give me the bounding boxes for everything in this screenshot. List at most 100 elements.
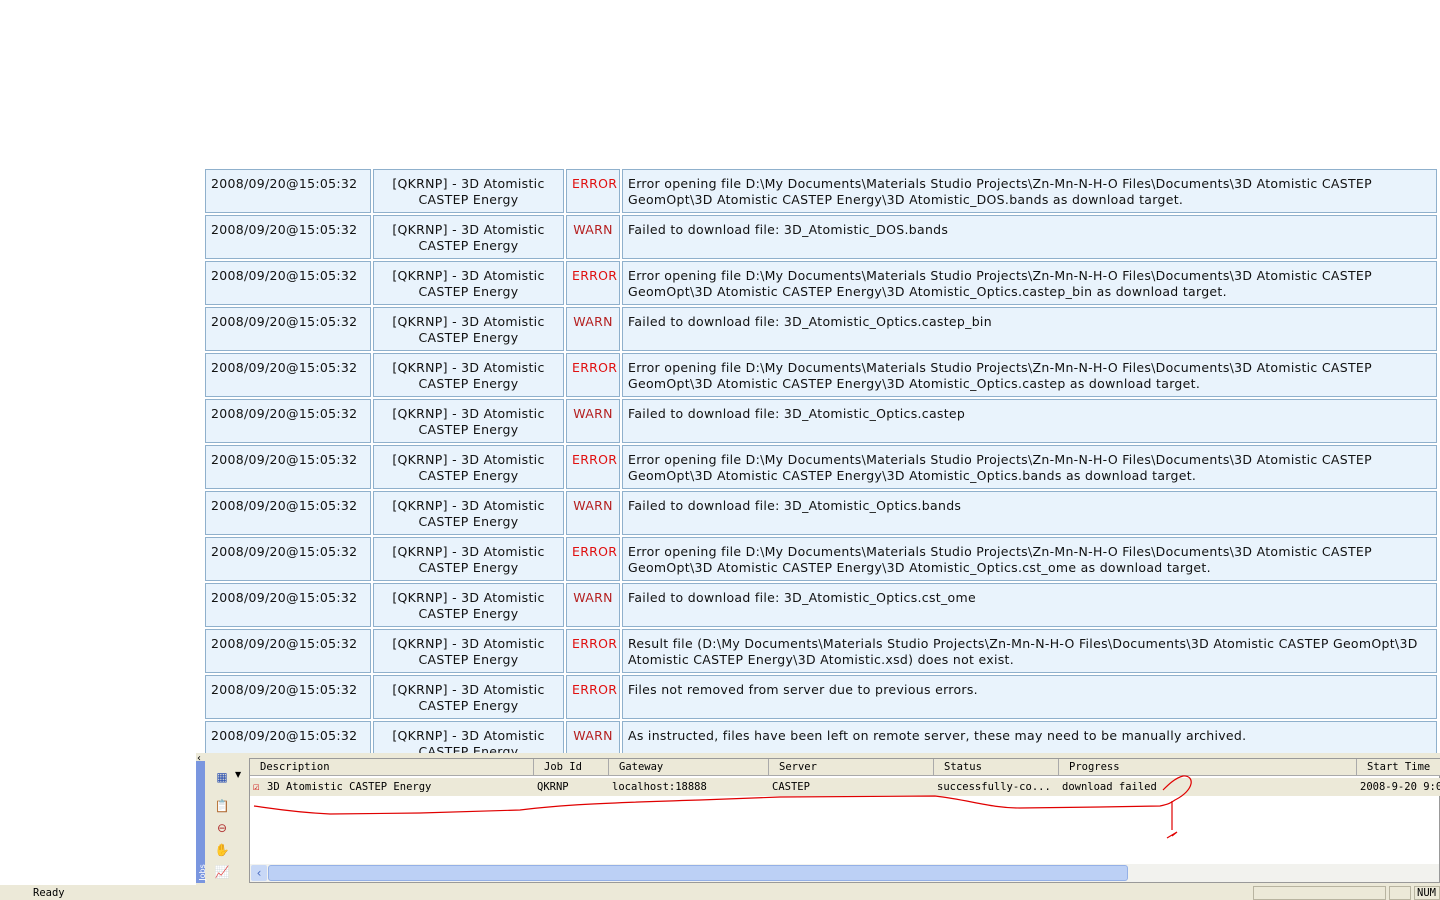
job-status: successfully-co... [937,781,1051,793]
column-header[interactable]: Server [769,759,934,776]
log-level: WARN [566,307,620,351]
job-description: 3D Atomistic CASTEP Energy [267,781,432,793]
monitor-job-icon[interactable]: 📈 [214,865,230,879]
column-header[interactable]: Progress [1059,759,1357,776]
log-job: [QKRNP] - 3D Atomistic CASTEP Energy [373,445,564,489]
log-level: ERROR [566,537,620,581]
log-row: 2008/09/20@15:05:32 [QKRNP] - 3D Atomist… [204,721,1440,753]
scroll-left-icon[interactable]: ‹ [251,865,267,881]
hand-icon[interactable]: ✋ [214,843,230,857]
log-level: ERROR [566,261,620,305]
log-message: Error opening file D:\My Documents\Mater… [622,261,1437,305]
log-time: 2008/09/20@15:05:32 [205,445,371,489]
log-message: Error opening file D:\My Documents\Mater… [622,169,1437,213]
status-text: Ready [33,887,65,899]
log-row: 2008/09/20@15:05:32 [QKRNP] - 3D Atomist… [204,169,1440,213]
log-job: [QKRNP] - 3D Atomistic CASTEP Energy [373,537,564,581]
checkbox-icon: ☑ [253,781,260,793]
log-time: 2008/09/20@15:05:32 [205,583,371,627]
log-job: [QKRNP] - 3D Atomistic CASTEP Energy [373,307,564,351]
log-job: [QKRNP] - 3D Atomistic CASTEP Energy [373,399,564,443]
log-row: 2008/09/20@15:05:32 [QKRNP] - 3D Atomist… [204,675,1440,719]
log-message: Failed to download file: 3D_Atomistic_Op… [622,491,1437,535]
log-job: [QKRNP] - 3D Atomistic CASTEP Energy [373,169,564,213]
log-row: 2008/09/20@15:05:32 [QKRNP] - 3D Atomist… [204,583,1440,627]
job-server: CASTEP [772,781,810,793]
stop-job-icon[interactable]: ⊖ [214,821,230,835]
column-header[interactable]: Job Id [534,759,609,776]
log-row: 2008/09/20@15:05:32 [QKRNP] - 3D Atomist… [204,307,1440,351]
log-message: Failed to download file: 3D_Atomistic_Op… [622,307,1437,351]
log-message: Failed to download file: 3D_Atomistic_Op… [622,583,1437,627]
log-level: WARN [566,491,620,535]
column-header[interactable]: Status [934,759,1059,776]
log-time: 2008/09/20@15:05:32 [205,215,371,259]
log-time: 2008/09/20@15:05:32 [205,491,371,535]
log-row: 2008/09/20@15:05:32 [QKRNP] - 3D Atomist… [204,215,1440,259]
log-time: 2008/09/20@15:05:32 [205,169,371,213]
log-time: 2008/09/20@15:05:32 [205,629,371,673]
log-row: 2008/09/20@15:05:32 [QKRNP] - 3D Atomist… [204,399,1440,443]
scrollbar-thumb[interactable] [268,865,1128,881]
jobs-panel: ‹ Jobs ▦ ▼ 📋 ⊖ ✋ 📈 Description Job Id Gate… [196,753,1440,885]
horizontal-scrollbar[interactable]: ‹ [250,864,1439,882]
log-job: [QKRNP] - 3D Atomistic CASTEP Energy [373,261,564,305]
log-level: ERROR [566,445,620,489]
log-message: Error opening file D:\My Documents\Mater… [622,445,1437,489]
log-message: Failed to download file: 3D_Atomistic_DO… [622,215,1437,259]
status-bar: Ready NUM [0,885,1440,900]
log-row: 2008/09/20@15:05:32 [QKRNP] - 3D Atomist… [204,491,1440,535]
log-time: 2008/09/20@15:05:32 [205,307,371,351]
log-message: Failed to download file: 3D_Atomistic_Op… [622,399,1437,443]
num-lock-indicator: NUM [1414,886,1440,900]
job-start-time: 2008-9-20 9:0 [1360,781,1440,793]
job-properties-icon[interactable]: 📋 [214,799,230,813]
log-level: ERROR [566,353,620,397]
log-message: Result file (D:\My Documents\Materials S… [622,629,1437,673]
log-row: 2008/09/20@15:05:32 [QKRNP] - 3D Atomist… [204,261,1440,305]
job-progress: download failed [1062,781,1157,793]
column-header[interactable]: Description [250,759,534,776]
jobs-list: Description Job Id Gateway Server Status Prog… [249,758,1440,883]
log-time: 2008/09/20@15:05:32 [205,353,371,397]
log-time: 2008/09/20@15:05:32 [205,261,371,305]
log-row: 2008/09/20@15:05:32 [QKRNP] - 3D Atomist… [204,629,1440,673]
log-level: WARN [566,583,620,627]
dropdown-arrow-icon[interactable]: ▼ [235,770,241,779]
log-time: 2008/09/20@15:05:32 [205,537,371,581]
log-job: [QKRNP] - 3D Atomistic CASTEP Energy [373,675,564,719]
log-message: Files not removed from server due to pre… [622,675,1437,719]
log-level: ERROR [566,629,620,673]
log-time: 2008/09/20@15:05:32 [205,399,371,443]
log-row: 2008/09/20@15:05:32 [QKRNP] - 3D Atomist… [204,537,1440,581]
jobs-panel-tab[interactable]: Jobs [196,761,207,883]
job-id: QKRNP [537,781,569,793]
log-level: WARN [566,215,620,259]
status-pane [1253,886,1386,900]
log-row: 2008/09/20@15:05:32 [QKRNP] - 3D Atomist… [204,353,1440,397]
log-message: Error opening file D:\My Documents\Mater… [622,353,1437,397]
log-job: [QKRNP] - 3D Atomistic CASTEP Energy [373,583,564,627]
log-level: WARN [566,721,620,753]
job-gateway: localhost:18888 [612,781,707,793]
log-job: [QKRNP] - 3D Atomistic CASTEP Energy [373,491,564,535]
log-job: [QKRNP] - 3D Atomistic CASTEP Energy [373,629,564,673]
column-header[interactable]: Start Time [1357,759,1440,776]
log-level: WARN [566,399,620,443]
jobs-tab-label: Jobs [197,864,207,881]
log-job: [QKRNP] - 3D Atomistic CASTEP Energy [373,353,564,397]
job-log-table: 2008/09/20@15:05:32 [QKRNP] - 3D Atomist… [204,168,1440,753]
log-job: [QKRNP] - 3D Atomistic CASTEP Energy [373,215,564,259]
log-time: 2008/09/20@15:05:32 [205,675,371,719]
column-header[interactable]: Gateway [609,759,769,776]
log-time: 2008/09/20@15:05:32 [205,721,371,753]
status-pane [1389,886,1411,900]
log-message: Error opening file D:\My Documents\Mater… [622,537,1437,581]
log-level: ERROR [566,169,620,213]
log-job: [QKRNP] - 3D Atomistic CASTEP Energy [373,721,564,753]
view-grid-icon[interactable]: ▦ [214,770,230,784]
log-level: ERROR [566,675,620,719]
job-row[interactable]: ☑ 3D Atomistic CASTEP Energy QKRNP local… [250,778,1440,796]
log-row: 2008/09/20@15:05:32 [QKRNP] - 3D Atomist… [204,445,1440,489]
log-message: As instructed, files have been left on r… [622,721,1437,753]
